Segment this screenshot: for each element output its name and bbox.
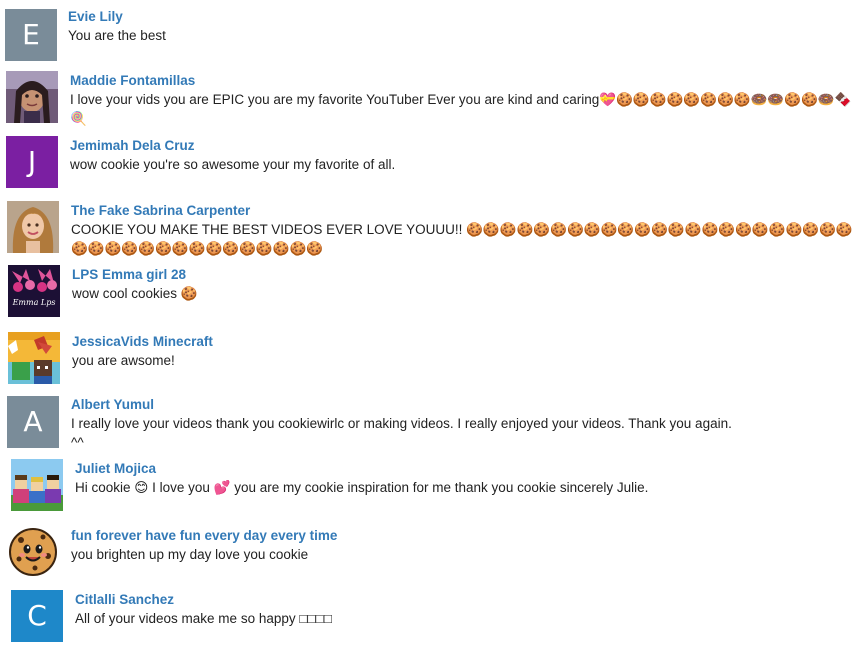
comment-author[interactable]: JessicaVids Minecraft: [72, 334, 213, 349]
avatar[interactable]: C: [11, 590, 63, 642]
avatar[interactable]: [8, 332, 60, 384]
comment-author[interactable]: Evie Lily: [68, 9, 123, 24]
avatar[interactable]: [7, 201, 59, 253]
avatar-letter: A: [23, 405, 43, 438]
avatar[interactable]: [11, 459, 63, 511]
minecraft-art-icon: [8, 332, 60, 384]
comment-text: I love your vids you are EPIC you are my…: [70, 92, 852, 126]
portrait-photo-icon: [7, 201, 59, 253]
comment-text: you are awsome!: [72, 353, 175, 368]
avatar[interactable]: A: [7, 396, 59, 448]
avatar-letter: J: [27, 145, 37, 178]
comment-author[interactable]: Maddie Fontamillas: [70, 73, 195, 88]
comment-author[interactable]: Citlalli Sanchez: [75, 592, 174, 607]
avatar[interactable]: [6, 71, 58, 123]
comment-text: I really love your videos thank you cook…: [71, 416, 732, 450]
avatar[interactable]: Emma Lps: [8, 265, 60, 317]
comment-author[interactable]: LPS Emma girl 28: [72, 267, 186, 282]
comment-text: Hi cookie 😊 I love you 💕 you are my cook…: [75, 480, 649, 495]
comment-author[interactable]: fun forever have fun every day every tim…: [71, 528, 337, 543]
lps-emma-logo-icon: Emma Lps: [8, 265, 60, 317]
comment-text: you brighten up my day love you cookie: [71, 547, 309, 562]
comment-text: All of your videos make me so happy □□□□: [75, 611, 332, 626]
avatar[interactable]: E: [5, 9, 57, 61]
comment-text: COOKIE YOU MAKE THE BEST VIDEOS EVER LOV…: [71, 222, 853, 256]
avatar[interactable]: [7, 526, 59, 578]
roblox-art-icon: [11, 459, 63, 511]
avatar-caption: Emma Lps: [12, 298, 56, 307]
comment-author[interactable]: The Fake Sabrina Carpenter: [71, 203, 250, 218]
avatar-letter: E: [22, 18, 40, 51]
avatar[interactable]: J: [6, 136, 58, 188]
comment-author[interactable]: Juliet Mojica: [75, 461, 156, 476]
comment-text: wow cookie you're so awesome your my fav…: [70, 157, 396, 172]
selfie-photo-icon: [6, 71, 58, 123]
comment-text: You are the best: [68, 28, 166, 43]
cookie-character-icon: [7, 526, 59, 578]
avatar-letter: C: [27, 599, 47, 632]
comment-author[interactable]: Jemimah Dela Cruz: [70, 138, 195, 153]
comment-text: wow cool cookies 🍪: [72, 286, 198, 301]
comment-author[interactable]: Albert Yumul: [71, 397, 154, 412]
